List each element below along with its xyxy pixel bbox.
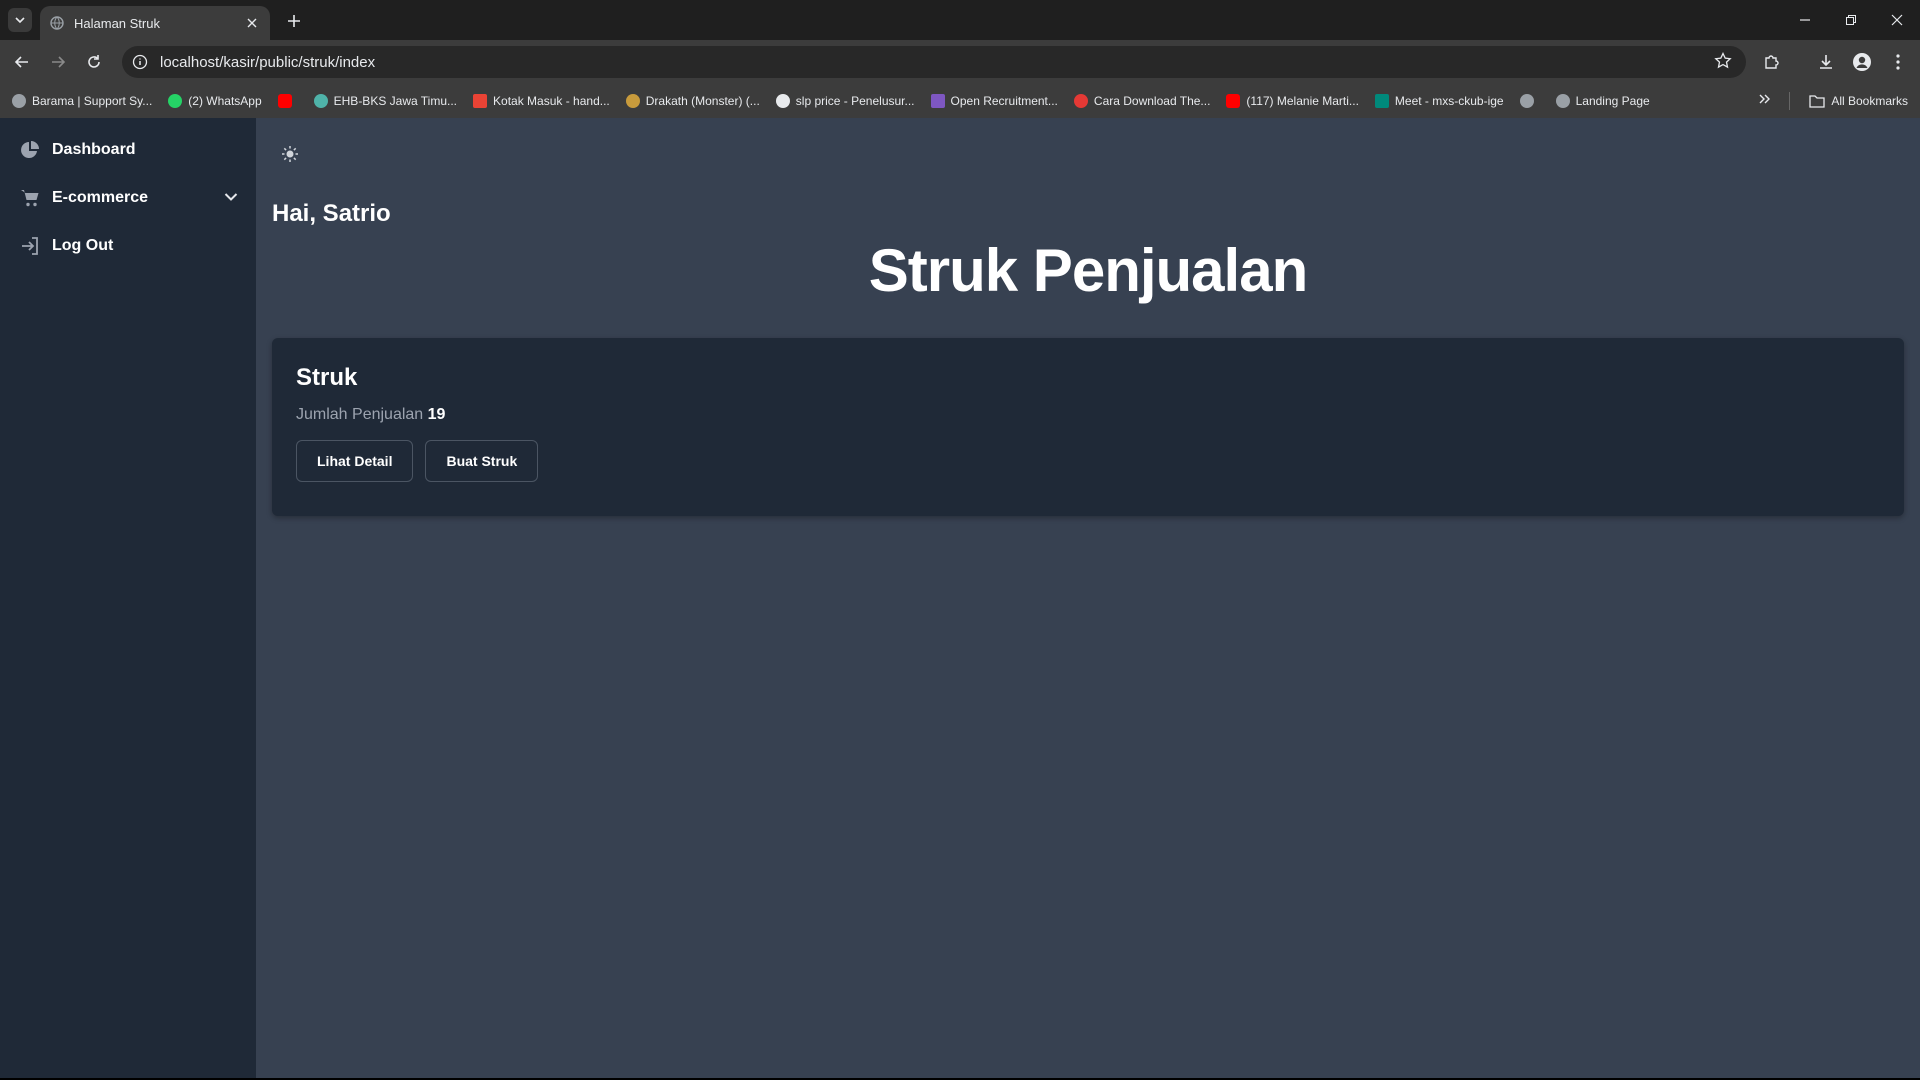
back-button[interactable] <box>10 50 34 74</box>
create-receipt-button[interactable]: Buat Struk <box>425 440 539 482</box>
greeting: Hai, Satrio <box>272 200 391 227</box>
bookmark-item[interactable]: Landing Page <box>1555 94 1650 108</box>
gmail-icon <box>473 94 488 108</box>
logout-icon <box>18 234 42 258</box>
browser-toolbar: localhost/kasir/public/struk/index <box>0 40 1920 84</box>
close-window-button[interactable] <box>1874 0 1920 40</box>
view-detail-button[interactable]: Lihat Detail <box>296 440 414 482</box>
bookmark-item[interactable]: Cara Download The... <box>1073 94 1210 108</box>
info-icon <box>132 54 148 70</box>
tab-search-button[interactable] <box>8 8 32 32</box>
bookmarks-bar: Barama | Support Sy... (2) WhatsApp EHB-… <box>0 84 1920 118</box>
bookmark-item[interactable]: Barama | Support Sy... <box>12 94 152 108</box>
all-bookmarks-button[interactable]: All Bookmarks <box>1809 84 1908 118</box>
favicon-icon <box>313 94 328 108</box>
tab-title: Halaman Struk <box>74 15 160 31</box>
cart-icon <box>18 186 42 210</box>
menu-button[interactable] <box>1886 50 1910 74</box>
chevron-down-icon <box>15 17 25 24</box>
bookmark-star-icon[interactable] <box>1714 52 1732 70</box>
page-title: Struk Penjualan <box>868 237 1308 304</box>
forward-button[interactable] <box>46 50 70 74</box>
sidebar: Dashboard E-commerce Log Out <box>0 118 256 1078</box>
reload-button[interactable] <box>82 50 106 74</box>
browser-tab-bar: Halaman Struk <box>0 0 1920 40</box>
folder-icon <box>1809 95 1825 108</box>
sidebar-item-logout[interactable]: Log Out <box>0 222 256 270</box>
page-content: Dashboard E-commerce Log Out Hai, Satrio… <box>0 118 1920 1078</box>
bookmark-item[interactable]: Drakath (Monster) (... <box>625 94 760 108</box>
new-tab-button[interactable] <box>282 9 306 33</box>
profile-button[interactable] <box>1850 50 1874 74</box>
forms-icon <box>930 94 945 108</box>
sales-count-label: Jumlah Penjualan <box>296 406 424 423</box>
address-url: localhost/kasir/public/struk/index <box>160 53 376 71</box>
main-content: Hai, Satrio Struk Penjualan Struk Jumlah… <box>256 118 1920 1078</box>
favicon-icon <box>625 94 640 108</box>
downloads-button[interactable] <box>1814 50 1838 74</box>
restore-button[interactable] <box>1828 0 1874 40</box>
globe-icon <box>1519 94 1534 108</box>
browser-tab-active[interactable]: Halaman Struk <box>40 6 270 40</box>
bookmark-item[interactable]: Kotak Masuk - hand... <box>473 94 610 108</box>
plus-icon <box>288 15 300 27</box>
sidebar-item-label: E-commerce <box>52 189 149 206</box>
google-icon <box>775 94 790 108</box>
tab-close-icon[interactable] <box>244 15 260 31</box>
pie-chart-icon <box>18 138 42 162</box>
struk-card: Struk Jumlah Penjualan 19 Lihat Detail B… <box>272 338 1904 516</box>
minimize-button[interactable] <box>1782 0 1828 40</box>
youtube-icon <box>277 94 292 108</box>
reload-icon <box>88 55 100 68</box>
sidebar-item-label: Log Out <box>52 237 114 254</box>
address-bar[interactable]: localhost/kasir/public/struk/index <box>122 46 1746 78</box>
sidebar-item-dashboard[interactable]: Dashboard <box>0 126 256 174</box>
kebab-menu-icon <box>1896 54 1900 70</box>
bookmarks-divider <box>1789 92 1790 110</box>
youtube-icon <box>1226 94 1241 108</box>
globe-icon <box>1555 94 1570 108</box>
sidebar-item-label: Dashboard <box>52 141 136 158</box>
meet-icon <box>1374 94 1389 108</box>
avatar-icon <box>1853 53 1871 71</box>
bookmark-item[interactable] <box>277 94 298 108</box>
sales-count: Jumlah Penjualan 19 <box>296 406 1880 424</box>
bookmark-item[interactable]: EHB-BKS Jawa Timu... <box>313 94 457 108</box>
double-chevron-right-icon <box>1759 94 1770 104</box>
bookmark-item[interactable]: Open Recruitment... <box>930 94 1058 108</box>
chevron-down-icon[interactable] <box>224 189 238 207</box>
favicon-icon <box>1073 94 1088 108</box>
bookmark-item[interactable]: slp price - Penelusur... <box>775 94 915 108</box>
bookmark-item[interactable]: (117) Melanie Marti... <box>1226 94 1359 108</box>
globe-icon <box>50 16 64 30</box>
sidebar-item-ecommerce[interactable]: E-commerce <box>0 174 256 222</box>
card-title: Struk <box>296 364 358 391</box>
bookmarks-overflow-button[interactable] <box>1758 92 1772 109</box>
favicon-icon <box>12 94 26 108</box>
arrow-left-icon <box>14 56 28 68</box>
card-actions: Lihat Detail Buat Struk <box>296 440 1880 482</box>
sales-count-value: 19 <box>427 406 446 423</box>
theme-toggle-button[interactable] <box>280 144 300 164</box>
all-bookmarks-label: All Bookmarks <box>1831 94 1908 108</box>
bookmark-item[interactable] <box>1519 94 1540 108</box>
whatsapp-icon <box>168 94 183 108</box>
extensions-button[interactable] <box>1760 50 1784 74</box>
sun-icon <box>282 146 298 162</box>
arrow-right-icon <box>52 56 66 68</box>
bookmark-item[interactable]: Meet - mxs-ckub-ige <box>1374 94 1504 108</box>
puzzle-icon <box>1765 55 1779 69</box>
download-icon <box>1820 55 1832 69</box>
bookmark-item[interactable]: (2) WhatsApp <box>168 94 262 108</box>
